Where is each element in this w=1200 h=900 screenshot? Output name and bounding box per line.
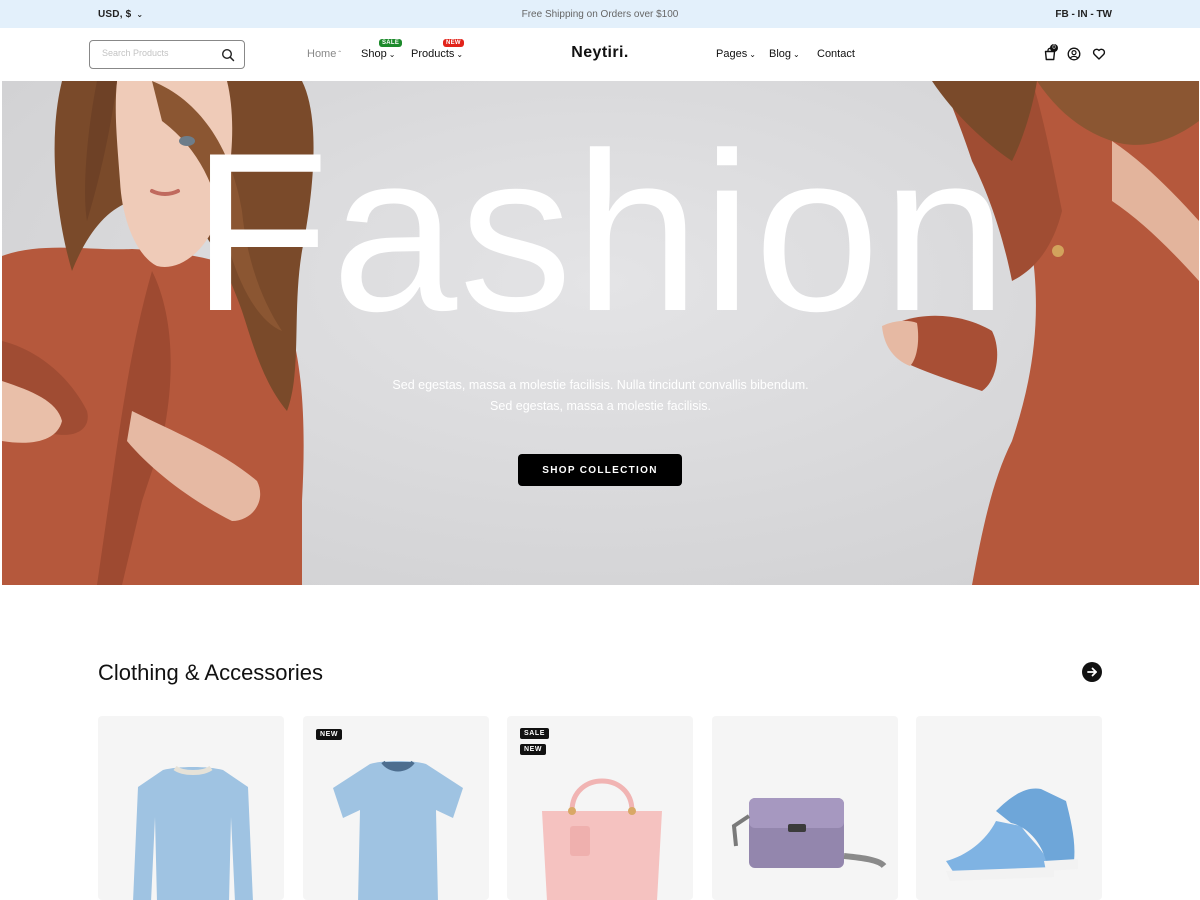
new-tag: NEW bbox=[316, 729, 343, 740]
nav-pages[interactable]: Pages ⌄ bbox=[716, 48, 756, 60]
hero-banner: Fashion Sed egestas, massa a molestie fa… bbox=[2, 81, 1199, 585]
account-button[interactable] bbox=[1067, 47, 1082, 62]
handbag-image bbox=[542, 778, 662, 900]
product-card[interactable]: SALE NEW bbox=[507, 716, 693, 900]
main-header: Homeˆ SALE Shop⌄ NEW Products⌄ Neytiri. … bbox=[0, 28, 1200, 80]
product-card[interactable]: NEW bbox=[303, 716, 489, 900]
hero-subtitle-line1: Sed egestas, massa a molestie facilisis.… bbox=[392, 378, 809, 392]
site-logo[interactable]: Neytiri. bbox=[0, 44, 1200, 62]
hero-subtitle-line2: Sed egestas, massa a molestie facilisis. bbox=[490, 399, 711, 413]
section-next-button[interactable] bbox=[1082, 662, 1102, 682]
shop-collection-button[interactable]: SHOP COLLECTION bbox=[518, 454, 682, 486]
crossbody-bag-image bbox=[731, 798, 887, 869]
heart-icon bbox=[1092, 48, 1106, 60]
nav-contact-label: Contact bbox=[817, 48, 855, 60]
chevron-down-icon: ⌄ bbox=[749, 50, 756, 59]
sale-tag: SALE bbox=[520, 728, 550, 739]
social-links[interactable]: FB - IN - TW bbox=[1055, 9, 1112, 20]
cart-button[interactable]: 0 bbox=[1043, 44, 1058, 62]
nav-blog-label: Blog bbox=[769, 48, 792, 60]
top-bar: USD, $ ⌄ Free Shipping on Orders over $1… bbox=[0, 0, 1200, 28]
cart-count-badge: 0 bbox=[1050, 44, 1058, 52]
product-card[interactable] bbox=[98, 716, 284, 900]
section-title: Clothing & Accessories bbox=[98, 660, 323, 685]
sneakers-image bbox=[946, 788, 1078, 881]
long-sleeve-shirt-image bbox=[133, 765, 253, 900]
user-icon bbox=[1067, 47, 1081, 61]
product-card[interactable] bbox=[916, 716, 1102, 900]
nav-contact[interactable]: Contact bbox=[817, 48, 855, 60]
promo-text: Free Shipping on Orders over $100 bbox=[521, 9, 679, 20]
product-card[interactable] bbox=[712, 716, 898, 900]
t-shirt-image bbox=[333, 760, 463, 900]
chevron-down-icon: ⌄ bbox=[793, 50, 800, 59]
new-tag: NEW bbox=[520, 744, 547, 755]
nav-pages-label: Pages bbox=[716, 48, 748, 60]
wishlist-button[interactable] bbox=[1092, 47, 1107, 62]
hero-title: Fashion bbox=[191, 105, 1010, 358]
nav-blog[interactable]: Blog ⌄ bbox=[769, 48, 800, 60]
arrow-right-icon bbox=[1087, 667, 1097, 677]
